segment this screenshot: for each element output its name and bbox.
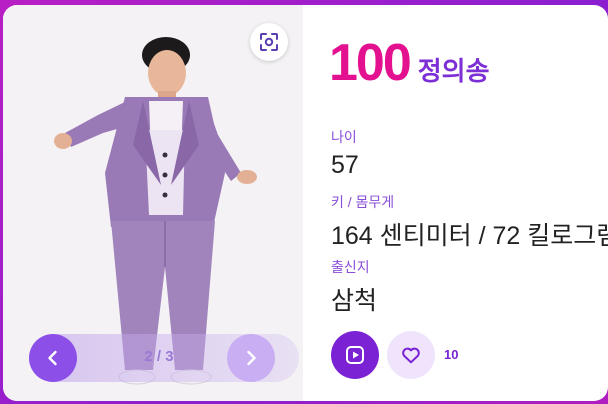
- rank-number: 100: [329, 34, 412, 92]
- next-photo-button[interactable]: [227, 334, 275, 382]
- scan-button[interactable]: [250, 23, 288, 61]
- age-label: 나이: [331, 129, 357, 145]
- like-button[interactable]: [387, 331, 435, 379]
- chevron-left-icon: [48, 350, 57, 366]
- chevron-right-icon: [247, 350, 256, 366]
- gallery-pager: 2 / 3: [29, 334, 299, 382]
- age-field: 나이 57: [331, 127, 359, 180]
- profile-photo[interactable]: 2 / 3: [3, 5, 303, 401]
- heart-icon: [402, 347, 420, 364]
- height-weight-label: 키 / 몸무게: [331, 194, 395, 210]
- play-icon: [346, 346, 364, 364]
- gallery-counter: 2 / 3: [144, 348, 174, 365]
- age-value: 57: [331, 151, 359, 179]
- profile-info: 100 정의송 나이 57 키 / 몸무게 164 센티미터 / 72 킬로그램 …: [329, 5, 608, 401]
- scan-icon: [260, 33, 278, 51]
- profile-card: 2 / 3 100 정의송 나이 57 키 / 몸무게 164 센티미터 / 72…: [3, 5, 608, 401]
- origin-value: 삼척: [331, 287, 378, 315]
- play-button[interactable]: [331, 331, 379, 379]
- profile-header: 100 정의송: [329, 33, 490, 93]
- origin-field: 출신지 삼척: [331, 257, 377, 317]
- like-count: 10: [444, 347, 459, 362]
- origin-label: 출신지: [331, 259, 370, 275]
- height-weight-value: 164 센티미터 / 72 킬로그램: [331, 222, 608, 250]
- height-weight-field: 키 / 몸무게 164 센티미터 / 72 킬로그램: [331, 192, 608, 252]
- previous-photo-button[interactable]: [29, 334, 77, 382]
- contestant-name: 정의송: [417, 56, 490, 86]
